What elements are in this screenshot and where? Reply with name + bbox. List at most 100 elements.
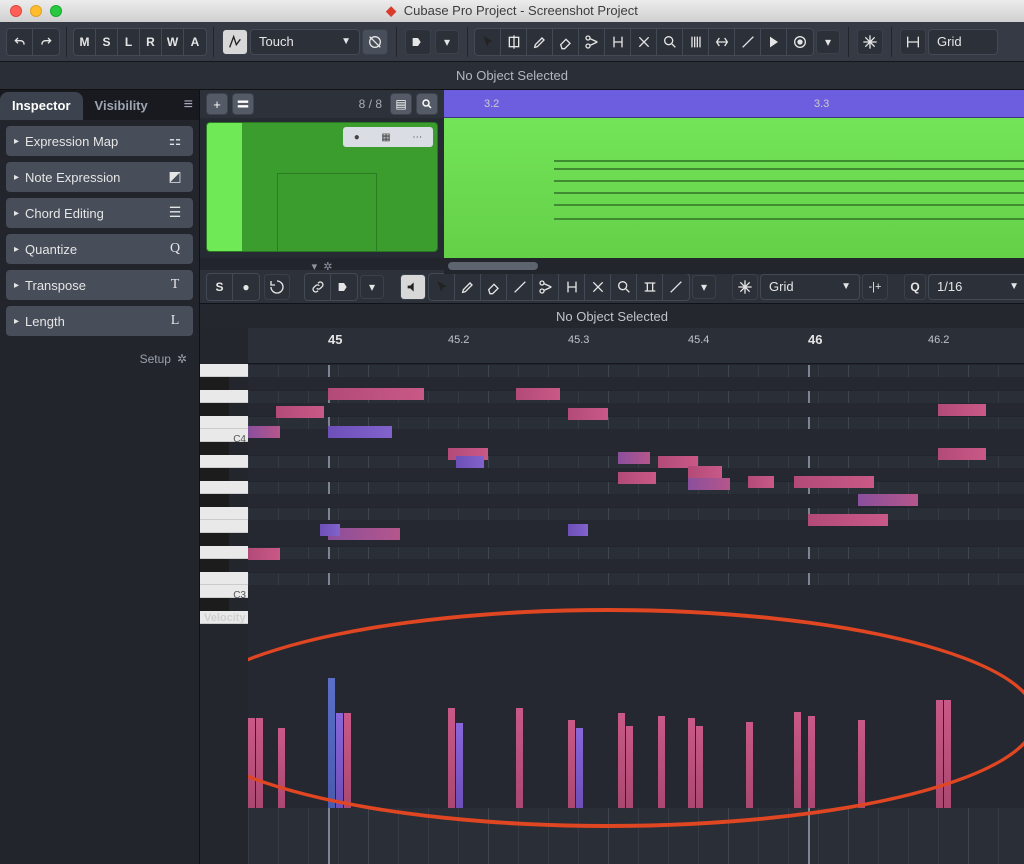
snap-type-dropdown[interactable]: Grid: [928, 29, 998, 55]
velocity-bar[interactable]: [944, 700, 951, 808]
snap-toggle[interactable]: [857, 29, 883, 55]
midi-note[interactable]: [618, 472, 656, 484]
play-tool[interactable]: [761, 29, 787, 55]
event-display[interactable]: 3.2 3.3: [444, 90, 1024, 258]
midi-note[interactable]: [276, 406, 324, 418]
midi-note[interactable]: [248, 426, 280, 438]
section-expression-map[interactable]: ▸Expression Map⚏: [6, 126, 193, 156]
midi-note[interactable]: [688, 466, 722, 478]
tab-visibility[interactable]: Visibility: [83, 92, 160, 120]
section-quantize[interactable]: ▸QuantizeQ: [6, 234, 193, 264]
write-all-button[interactable]: W: [162, 29, 184, 55]
editor-autoscroll-button[interactable]: [331, 274, 357, 300]
horizontal-scrollbar[interactable]: [444, 258, 1024, 274]
record-in-editor-button[interactable]: ●: [233, 274, 259, 300]
velocity-bar[interactable]: [336, 713, 343, 808]
midi-track[interactable]: ●▦⋯: [206, 122, 438, 252]
velocity-bar[interactable]: [248, 718, 255, 808]
velocity-bar[interactable]: [456, 723, 463, 808]
note-display[interactable]: 4545.245.345.44646.2: [248, 328, 1024, 864]
velocity-bar[interactable]: [746, 722, 753, 808]
erase-tool[interactable]: [553, 29, 579, 55]
velocity-bar[interactable]: [794, 712, 801, 808]
velocity-bar[interactable]: [858, 720, 865, 808]
midi-note[interactable]: [328, 426, 392, 438]
velocity-bar[interactable]: [344, 713, 351, 808]
auto-scroll-menu[interactable]: ▾: [435, 30, 459, 54]
auto-scroll-button[interactable]: [405, 29, 431, 55]
quantize-preset-dropdown[interactable]: 1/16▼: [928, 274, 1024, 300]
midi-note[interactable]: [938, 448, 986, 460]
velocity-bar[interactable]: [568, 720, 575, 808]
undo-button[interactable]: [7, 29, 33, 55]
mute-all-button[interactable]: M: [74, 29, 96, 55]
velocity-bar[interactable]: [448, 708, 455, 808]
velocity-bar[interactable]: [658, 716, 665, 808]
timewarp-tool[interactable]: [709, 29, 735, 55]
glue-tool[interactable]: [605, 29, 631, 55]
draw-tool[interactable]: [527, 29, 553, 55]
midi-note[interactable]: [938, 404, 986, 416]
midi-note[interactable]: [794, 476, 874, 488]
split-tool[interactable]: [579, 29, 605, 55]
midi-note[interactable]: [688, 478, 730, 490]
velocity-bar[interactable]: [516, 708, 523, 808]
velocity-bar[interactable]: [618, 713, 625, 808]
editor-snap-type-dropdown[interactable]: Grid▼: [760, 274, 860, 300]
solo-editor-button[interactable]: S: [207, 274, 233, 300]
midi-note[interactable]: [618, 452, 650, 464]
section-chord-editing[interactable]: ▸Chord Editing☰: [6, 198, 193, 228]
velocity-bar[interactable]: [936, 700, 943, 808]
find-track-button[interactable]: [416, 93, 438, 115]
editor-snap-toggle[interactable]: [732, 274, 758, 300]
editor-glue-tool[interactable]: [559, 274, 585, 300]
editor-timewarp-tool[interactable]: [637, 274, 663, 300]
inspector-menu-icon[interactable]: ≡: [184, 96, 193, 114]
toggle-track-list-button[interactable]: ▤: [390, 93, 412, 115]
solo-all-button[interactable]: S: [96, 29, 118, 55]
zoom-tool[interactable]: [657, 29, 683, 55]
midi-note[interactable]: [568, 408, 608, 420]
color-tool[interactable]: [787, 29, 813, 55]
track-preset-button[interactable]: [232, 93, 254, 115]
midi-part[interactable]: [444, 118, 1024, 258]
automation-panel-button[interactable]: [362, 29, 388, 55]
line-tool[interactable]: [735, 29, 761, 55]
midi-note[interactable]: [516, 388, 560, 400]
track-controls[interactable]: ●▦⋯: [343, 127, 433, 147]
pointer-tool[interactable]: [475, 29, 501, 55]
inspector-setup[interactable]: Setup ✲: [0, 342, 199, 376]
editor-erase-tool[interactable]: [481, 274, 507, 300]
editor-autoscroll-menu[interactable]: ▾: [360, 275, 384, 299]
section-transpose[interactable]: ▸TransposeT: [6, 270, 193, 300]
velocity-bar[interactable]: [808, 716, 815, 808]
comp-tool[interactable]: [683, 29, 709, 55]
project-ruler[interactable]: 3.2 3.3: [444, 90, 1024, 118]
nudge-amount-button[interactable]: -|+: [862, 274, 888, 300]
velocity-bar[interactable]: [278, 728, 285, 808]
editor-pointer-tool[interactable]: [429, 274, 455, 300]
editor-ruler[interactable]: 4545.245.345.44646.2: [248, 328, 1024, 364]
editor-split-tool[interactable]: [533, 274, 559, 300]
velocity-bar[interactable]: [696, 726, 703, 808]
redo-button[interactable]: [33, 29, 59, 55]
add-track-button[interactable]: +: [206, 93, 228, 115]
editor-line-menu[interactable]: ▾: [692, 275, 716, 299]
velocity-bar[interactable]: [688, 718, 695, 808]
midi-note[interactable]: [568, 524, 588, 536]
tab-inspector[interactable]: Inspector: [0, 92, 83, 120]
editor-zoom-tool[interactable]: [611, 274, 637, 300]
editor-line-tool[interactable]: [663, 274, 689, 300]
velocity-bar[interactable]: [328, 678, 335, 808]
read-all-button[interactable]: R: [140, 29, 162, 55]
range-tool[interactable]: [501, 29, 527, 55]
editor-draw-tool[interactable]: [455, 274, 481, 300]
midi-note[interactable]: [320, 524, 340, 536]
midi-note[interactable]: [808, 514, 888, 526]
automation-suspend-button[interactable]: A: [184, 29, 206, 55]
editor-trim-tool[interactable]: [507, 274, 533, 300]
acoustic-feedback-button[interactable]: [400, 274, 426, 300]
link-editors-button[interactable]: [305, 274, 331, 300]
automation-mode-icon[interactable]: [222, 29, 248, 55]
snap-type-icon[interactable]: [900, 29, 926, 55]
